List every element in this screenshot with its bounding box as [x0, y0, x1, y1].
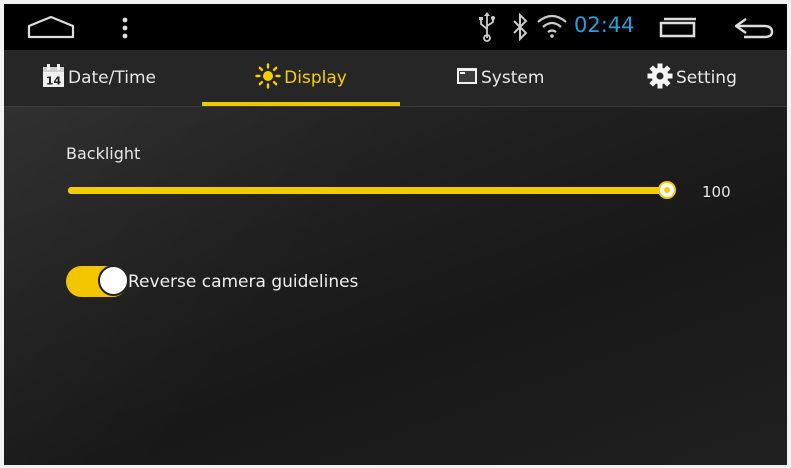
settings-tab-bar: 14 Date/Time Display System Setting	[4, 50, 787, 107]
tab-system[interactable]: System	[456, 50, 544, 106]
backlight-slider-thumb[interactable]	[658, 181, 676, 199]
screen-frame: 02:44 14 Date/Time Display System Settin…	[4, 4, 787, 465]
toggle-knob[interactable]	[98, 265, 129, 296]
backlight-slider-track[interactable]	[68, 187, 669, 194]
usb-icon	[478, 12, 496, 46]
clock-time: 02:44	[574, 13, 635, 37]
display-settings-panel: Backlight 100 Reverse camera guidelines	[4, 107, 787, 465]
bluetooth-icon	[511, 12, 529, 45]
tab-setting[interactable]: Setting	[647, 50, 737, 106]
status-bar: 02:44	[4, 4, 787, 50]
backlight-value: 100	[702, 183, 731, 201]
back-icon[interactable]	[734, 17, 774, 43]
calendar-icon: 14	[42, 63, 65, 93]
wifi-icon	[536, 14, 568, 42]
system-icon	[456, 66, 478, 91]
reverse-camera-label: Reverse camera guidelines	[128, 272, 359, 292]
active-tab-indicator	[202, 102, 400, 106]
tab-label: Date/Time	[68, 68, 156, 88]
recent-apps-icon[interactable]	[659, 17, 697, 43]
menu-icon[interactable]	[121, 16, 129, 44]
backlight-label: Backlight	[66, 144, 141, 163]
tab-label: System	[481, 68, 545, 88]
tab-label: Display	[284, 68, 347, 88]
tab-date-time[interactable]: 14 Date/Time	[42, 50, 156, 106]
sun-icon	[255, 62, 281, 94]
home-icon[interactable]	[26, 14, 76, 44]
svg-text:14: 14	[46, 74, 62, 87]
tab-label: Setting	[676, 68, 737, 88]
tab-display[interactable]: Display	[202, 50, 400, 106]
reverse-camera-toggle[interactable]	[66, 265, 129, 297]
gear-icon	[647, 63, 673, 94]
